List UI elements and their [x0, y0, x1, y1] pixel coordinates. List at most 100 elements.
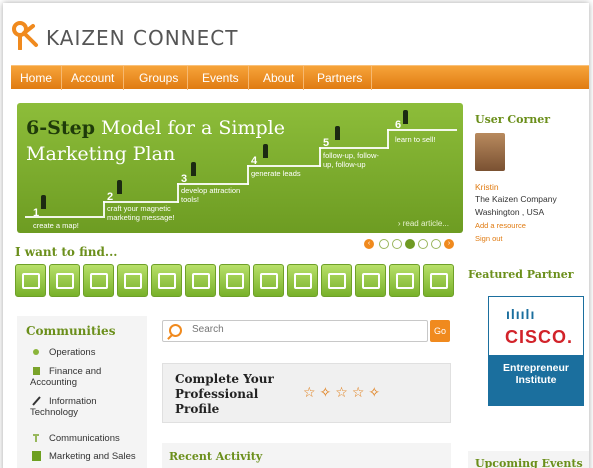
hero-title: 6-Step Model for a Simple Marketing Plan — [26, 115, 285, 167]
communities-panel: Communities Operations Finance and Accou… — [17, 316, 147, 468]
chart-icon[interactable] — [355, 264, 386, 297]
recent-activity-title: Recent Activity — [169, 450, 263, 463]
step-number-4: 4 — [251, 155, 258, 167]
stair-step-8 — [319, 147, 321, 167]
marketing-icon — [32, 451, 41, 461]
person-figure-3 — [191, 162, 196, 176]
briefcase-icon[interactable] — [389, 264, 420, 297]
complete-profile-text: Complete Your Professional Profile — [175, 372, 274, 416]
upcoming-events-panel: Upcoming Events — [468, 451, 589, 468]
nav-groups[interactable]: Groups — [130, 66, 189, 90]
step-label-1: create a map! — [33, 221, 79, 230]
person-figure-2 — [117, 180, 122, 194]
carousel-next-button[interactable]: › — [444, 239, 454, 249]
nav-home[interactable]: Home — [11, 66, 63, 90]
step-label-3: develop attraction tools! — [181, 186, 241, 204]
hero-banner[interactable]: 6-Step Model for a Simple Marketing Plan… — [17, 103, 463, 233]
step-number-3: 3 — [181, 173, 188, 185]
recent-activity-panel: Recent Activity — [162, 443, 451, 468]
header: KAIZEN CONNECT — [3, 3, 589, 65]
search-icon — [169, 324, 182, 337]
user-name[interactable]: Kristin — [475, 182, 499, 192]
hero-title-line2: Marketing Plan — [26, 143, 176, 165]
main-nav: Home Account Groups Events About Partner… — [11, 65, 589, 90]
nav-events[interactable]: Events — [193, 66, 249, 90]
stair-step-6 — [247, 165, 249, 185]
page: KAIZEN CONNECT Home Account Groups Event… — [3, 3, 589, 468]
stair-step-3 — [103, 201, 179, 203]
carousel-dot-2[interactable] — [392, 239, 402, 249]
search-box — [162, 320, 428, 342]
nav-about[interactable]: About — [254, 66, 305, 90]
person-figure-1 — [41, 195, 46, 209]
avatar[interactable] — [475, 133, 505, 171]
carousel-dot-5[interactable] — [431, 239, 441, 249]
communities-title: Communities — [26, 324, 116, 338]
sign-out-link[interactable]: Sign out — [475, 234, 503, 243]
step-number-6: 6 — [395, 119, 402, 131]
partner-subtitle: Entrepreneur Institute — [503, 362, 569, 386]
cisco-wordmark: CISCO. — [505, 327, 574, 347]
mail-icon[interactable] — [219, 264, 250, 297]
community-communications[interactable]: Communications — [49, 433, 164, 444]
step-label-6: learn to sell! — [395, 135, 436, 144]
search-go-button[interactable]: Go — [430, 320, 450, 342]
laptop-icon[interactable] — [185, 264, 216, 297]
folder-icon[interactable] — [15, 264, 46, 297]
add-resource-link[interactable]: Add a resource — [475, 221, 526, 230]
stair-step-7 — [247, 165, 321, 167]
person-figure-5 — [335, 126, 340, 140]
user-corner-title: User Corner — [475, 113, 551, 126]
hero-title-prefix: 6-Step — [26, 117, 95, 139]
communications-icon — [33, 434, 39, 442]
community-it[interactable]: Information Technology — [30, 396, 130, 418]
find-icon-row — [15, 264, 463, 304]
cisco-logo: ılıılı CISCO. — [488, 296, 584, 356]
stair-step-10 — [387, 129, 389, 149]
community-operations[interactable]: Operations — [49, 347, 164, 358]
stair-step-9 — [319, 147, 389, 149]
truck-icon[interactable] — [423, 264, 454, 297]
user-location: Washington , USA — [475, 207, 545, 217]
carousel-dot-4[interactable] — [418, 239, 428, 249]
search-tile-icon[interactable] — [151, 264, 182, 297]
community-marketing[interactable]: Marketing and Sales — [49, 451, 164, 462]
cisco-bars-icon: ılıılı — [506, 306, 536, 322]
map-icon[interactable] — [49, 264, 80, 297]
nav-account[interactable]: Account — [62, 66, 125, 90]
carousel-dot-3[interactable] — [405, 239, 415, 249]
pen-icon[interactable] — [287, 264, 318, 297]
stair-step-2 — [103, 201, 105, 218]
community-finance[interactable]: Finance and Accounting — [30, 366, 145, 388]
person-figure-6 — [403, 110, 408, 124]
operations-icon — [33, 349, 39, 355]
hero-title-rest: Model for a Simple — [94, 117, 285, 139]
people-figures-icon: ☆✧☆☆✧ — [303, 384, 385, 400]
brand-name[interactable]: KAIZEN CONNECT — [46, 26, 238, 50]
stair-step-5 — [177, 183, 249, 185]
featured-partner-card[interactable]: ılıılı CISCO. Entrepreneur Institute — [488, 296, 584, 406]
find-section-title: I want to find... — [15, 245, 118, 259]
cd-icon[interactable] — [321, 264, 352, 297]
search-input[interactable] — [192, 324, 422, 335]
document-icon[interactable] — [253, 264, 284, 297]
step-label-2: craft your magnetic marketing message! — [107, 204, 175, 222]
carousel-prev-button[interactable]: ‹ — [364, 239, 374, 249]
nav-partners[interactable]: Partners — [308, 66, 373, 90]
person-figure-4 — [263, 144, 268, 158]
complete-profile-banner[interactable]: Complete Your Professional Profile ☆✧☆☆✧ — [162, 363, 451, 423]
read-article-link[interactable]: › read article... — [398, 219, 449, 228]
kaizen-logo-icon[interactable] — [11, 20, 39, 50]
step-label-4: generate leads — [251, 169, 301, 178]
checklist-icon[interactable] — [117, 264, 148, 297]
upcoming-events-title: Upcoming Events — [475, 457, 583, 468]
carousel-dot-1[interactable] — [379, 239, 389, 249]
stair-step-4 — [177, 183, 179, 203]
step-number-1: 1 — [33, 207, 40, 219]
featured-partner-title: Featured Partner — [468, 268, 574, 281]
user-company: The Kaizen Company — [475, 194, 557, 204]
step-number-2: 2 — [107, 191, 114, 203]
step-number-5: 5 — [323, 137, 330, 149]
presentation-icon[interactable] — [83, 264, 114, 297]
step-label-5: follow-up, follow-up, follow-up — [323, 151, 379, 169]
